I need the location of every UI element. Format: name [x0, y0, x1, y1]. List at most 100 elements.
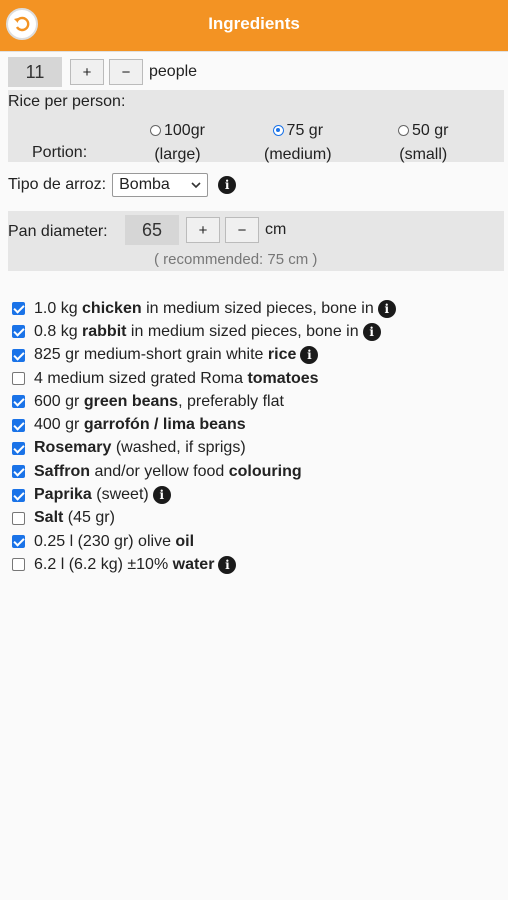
portion-option-large[interactable]: 100gr (large): [150, 119, 205, 167]
ingredient-text: 4 medium sized grated Roma tomatoes: [34, 370, 319, 388]
rice-type-select[interactable]: Bomba: [112, 173, 209, 197]
ingredient-text: 0.25 l (230 gr) olive oil: [34, 533, 194, 551]
people-unit-label: people: [149, 63, 198, 80]
ingredient-text: 600 gr green beans, preferably flat: [34, 393, 284, 411]
ingredient-item: 1.0 kg chicken in medium sized pieces, b…: [12, 297, 396, 320]
pan-stepper: 65 + − cm: [125, 215, 286, 245]
ingredient-checkbox[interactable]: [12, 558, 25, 572]
ingredient-name: colouring: [228, 462, 302, 480]
radio-medium[interactable]: [272, 125, 284, 136]
ingredient-checkbox[interactable]: [12, 488, 25, 502]
people-plus-button[interactable]: +: [70, 59, 104, 85]
ingredient-detail: 400 gr: [34, 416, 84, 434]
ingredient-item: 4 medium sized grated Roma tomatoes: [12, 367, 396, 390]
ingredient-checkbox[interactable]: [12, 372, 25, 386]
portion-option-medium[interactable]: 75 gr (medium): [264, 119, 332, 167]
ingredient-text: 6.2 l (6.2 kg) ±10% water: [34, 556, 214, 574]
ingredient-text: Paprika (sweet): [34, 486, 149, 504]
portion-large-amount: 100gr: [164, 122, 205, 139]
ingredient-item: Paprika (sweet) i: [12, 483, 396, 506]
info-icon[interactable]: i: [362, 322, 381, 341]
ingredient-checkbox[interactable]: [12, 511, 25, 525]
portion-option-small[interactable]: 50 gr (small): [398, 119, 448, 167]
ingredient-checkbox[interactable]: [12, 441, 25, 455]
ingredient-checkbox[interactable]: [12, 535, 25, 549]
portion-medium-amount: 75 gr: [286, 122, 324, 139]
ingredient-name: rice: [267, 346, 297, 364]
ingredient-text: 0.8 kg rabbit in medium sized pieces, bo…: [34, 323, 359, 341]
ingredient-name: Rosemary: [34, 439, 112, 457]
ingredient-text: Rosemary (washed, if sprigs): [34, 439, 246, 457]
portion-label: Portion:: [32, 144, 88, 161]
ingredient-text: 1.0 kg chicken in medium sized pieces, b…: [34, 300, 374, 318]
pan-minus-button[interactable]: −: [225, 217, 259, 243]
pan-diameter-field[interactable]: 65: [125, 215, 179, 245]
ingredient-name: garrofón / lima beans: [83, 416, 246, 434]
ingredient-detail: 825 gr medium-short grain white: [34, 346, 268, 364]
page-title: Ingredients: [208, 14, 300, 33]
ingredient-detail: 4 medium sized grated Roma: [34, 369, 248, 387]
ingredient-item: Saffron and/or yellow food colouring: [12, 460, 396, 483]
ingredient-checkbox[interactable]: [12, 325, 25, 339]
info-icon[interactable]: i: [300, 346, 319, 365]
ingredient-detail: 6.2 l (6.2 kg) ±10%: [34, 555, 173, 573]
ingredient-text: Saffron and/or yellow food colouring: [34, 463, 302, 481]
ingredient-detail: and/or yellow food: [90, 462, 229, 480]
ingredient-checkbox[interactable]: [12, 465, 25, 479]
people-stepper: 11 + − people: [8, 56, 197, 88]
rice-type-label: Tipo de arroz:: [8, 176, 107, 193]
ingredient-item: 0.8 kg rabbit in medium sized pieces, bo…: [12, 320, 396, 343]
portion-small-desc: (small): [399, 146, 448, 163]
ingredient-detail: 0.8 kg: [34, 322, 83, 340]
ingredient-text: 825 gr medium-short grain white rice: [34, 346, 296, 364]
ingredient-detail: in medium sized pieces, bone in: [141, 299, 374, 317]
ingredient-item: 600 gr green beans, preferably flat: [12, 390, 396, 413]
ingredient-item: Rosemary (washed, if sprigs): [12, 437, 396, 460]
ingredient-detail: (sweet): [91, 486, 149, 504]
ingredient-item: 825 gr medium-short grain white rice i: [12, 344, 396, 367]
portion-small-amount: 50 gr: [412, 122, 449, 139]
info-icon[interactable]: i: [152, 486, 171, 505]
rice-type-info-icon[interactable]: i: [218, 176, 237, 194]
rice-portion-panel: Rice per person: Portion: 100gr (large) …: [8, 90, 504, 163]
portion-medium-desc: (medium): [264, 146, 332, 163]
ingredient-item: Salt (45 gr): [12, 507, 396, 530]
pan-diameter-label: Pan diameter:: [8, 223, 108, 240]
radio-large[interactable]: [150, 125, 161, 136]
ingredient-checkbox[interactable]: [12, 395, 25, 409]
ingredient-detail: 600 gr: [34, 392, 84, 410]
ingredient-item: 400 gr garrofón / lima beans: [12, 413, 396, 436]
rice-per-person-label: Rice per person:: [8, 93, 126, 110]
pan-diameter-panel: Pan diameter: 65 + − cm ( recommended: 7…: [8, 211, 504, 271]
ingredient-checkbox[interactable]: [12, 302, 25, 316]
ingredient-name: rabbit: [82, 322, 127, 340]
ingredient-name: Saffron: [34, 462, 90, 480]
ingredient-name: water: [172, 555, 215, 573]
ingredient-name: green beans: [83, 392, 179, 410]
portion-large-desc: (large): [154, 146, 201, 163]
ingredient-detail: 0.25 l (230 gr) olive: [34, 532, 176, 550]
ingredient-detail: in medium sized pieces, bone in: [126, 322, 359, 340]
ingredient-name: oil: [175, 532, 195, 550]
rice-type-row: Tipo de arroz: Bomba i: [8, 173, 237, 197]
radio-small[interactable]: [398, 125, 409, 136]
ingredient-checkbox[interactable]: [12, 418, 25, 432]
info-icon[interactable]: i: [218, 555, 237, 574]
ingredient-checkbox[interactable]: [12, 348, 25, 362]
ingredient-item: 6.2 l (6.2 kg) ±10% water i: [12, 553, 396, 576]
ingredient-detail: , preferably flat: [178, 392, 284, 410]
ingredient-text: 400 gr garrofón / lima beans: [34, 416, 246, 434]
chevron-down-icon: [191, 181, 201, 188]
ingredient-name: Paprika: [34, 486, 92, 504]
pan-recommended-text: ( recommended: 75 cm ): [154, 251, 318, 268]
app-header: Ingredients: [0, 0, 508, 52]
people-count-field[interactable]: 11: [8, 57, 62, 87]
ingredient-text: Salt (45 gr): [34, 509, 115, 527]
ingredient-list: 1.0 kg chicken in medium sized pieces, b…: [12, 297, 396, 577]
people-minus-button[interactable]: −: [109, 59, 143, 85]
pan-plus-button[interactable]: +: [186, 217, 220, 243]
info-icon[interactable]: i: [377, 299, 396, 318]
ingredient-item: 0.25 l (230 gr) olive oil: [12, 530, 396, 553]
ingredient-detail: 1.0 kg: [34, 299, 83, 317]
ingredient-name: Salt: [34, 509, 64, 527]
